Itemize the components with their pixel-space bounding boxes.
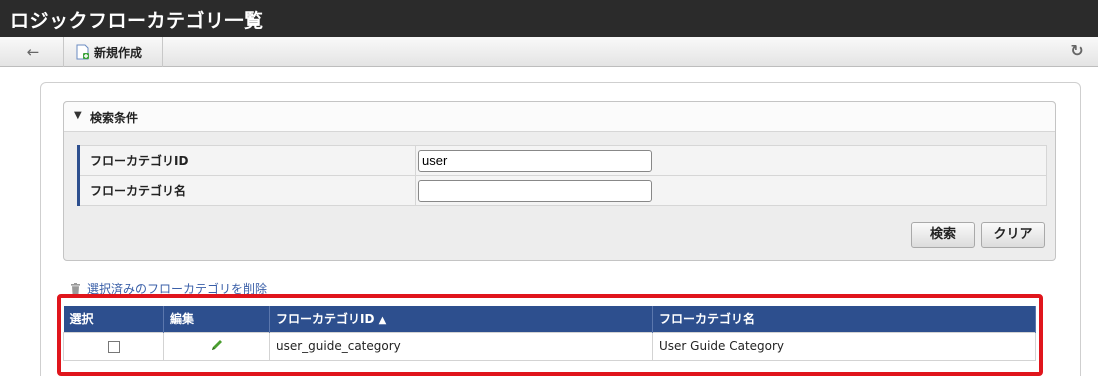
row-checkbox[interactable]	[107, 340, 120, 353]
toolbar-divider	[63, 37, 64, 67]
search-header-label: 検索条件	[90, 111, 139, 125]
refresh-icon[interactable]: ↻	[1068, 42, 1086, 60]
condition-row: フローカテゴリID	[77, 145, 1047, 176]
sort-icon[interactable]: ▲︎	[379, 315, 387, 326]
search-button[interactable]: 検索	[911, 222, 975, 248]
page-title: ロジックフローカテゴリ一覧	[10, 10, 264, 32]
table-header-row: 選択 編集 フローカテゴリID ▲︎ フローカテゴリ名	[63, 306, 1036, 332]
category-id-label: フローカテゴリID	[77, 145, 416, 176]
title-bar: ロジックフローカテゴリ一覧	[0, 0, 1098, 37]
column-header-category-name: フローカテゴリ名	[652, 306, 1036, 332]
search-header[interactable]: ▼ 検索条件	[64, 102, 1055, 132]
clear-button[interactable]: クリア	[981, 222, 1045, 248]
table-row: user_guide_category User Guide Category	[63, 331, 1036, 361]
category-name-cell: User Guide Category	[652, 331, 1036, 361]
new-button[interactable]: 新規作成	[76, 43, 142, 61]
new-button-label: 新規作成	[94, 45, 143, 60]
column-header-select: 選択	[63, 306, 164, 332]
new-document-icon	[76, 44, 89, 60]
toolbar: ← 新規作成 ↻	[0, 37, 1098, 67]
category-id-input[interactable]	[418, 149, 652, 172]
delete-selected-label: 選択済みのフローカテゴリを削除	[87, 282, 268, 296]
pencil-icon[interactable]	[210, 338, 224, 352]
column-header-category-id-label: フローカテゴリID	[276, 312, 375, 327]
delete-selected-link[interactable]: 選択済みのフローカテゴリを削除	[70, 280, 267, 297]
edit-cell	[163, 331, 270, 361]
column-header-edit: 編集	[163, 306, 270, 332]
search-panel: ▼ 検索条件 フローカテゴリID フローカテゴリ名 検索 クリア	[63, 101, 1056, 261]
condition-row: フローカテゴリ名	[77, 175, 1047, 206]
category-name-input[interactable]	[418, 179, 652, 202]
toolbar-divider	[162, 37, 163, 67]
arrow-left-icon[interactable]: ←	[24, 43, 42, 61]
trash-icon	[71, 282, 80, 295]
category-id-cell: user_guide_category	[269, 331, 653, 361]
search-conditions: フローカテゴリID フローカテゴリ名	[77, 145, 1047, 206]
category-name-label: フローカテゴリ名	[77, 175, 416, 206]
select-cell	[63, 331, 164, 361]
column-header-category-id[interactable]: フローカテゴリID ▲︎	[269, 306, 653, 332]
caret-down-icon: ▼	[74, 110, 82, 121]
results-table: 選択 編集 フローカテゴリID ▲︎ フローカテゴリ名 user_guide_c…	[63, 306, 1036, 361]
